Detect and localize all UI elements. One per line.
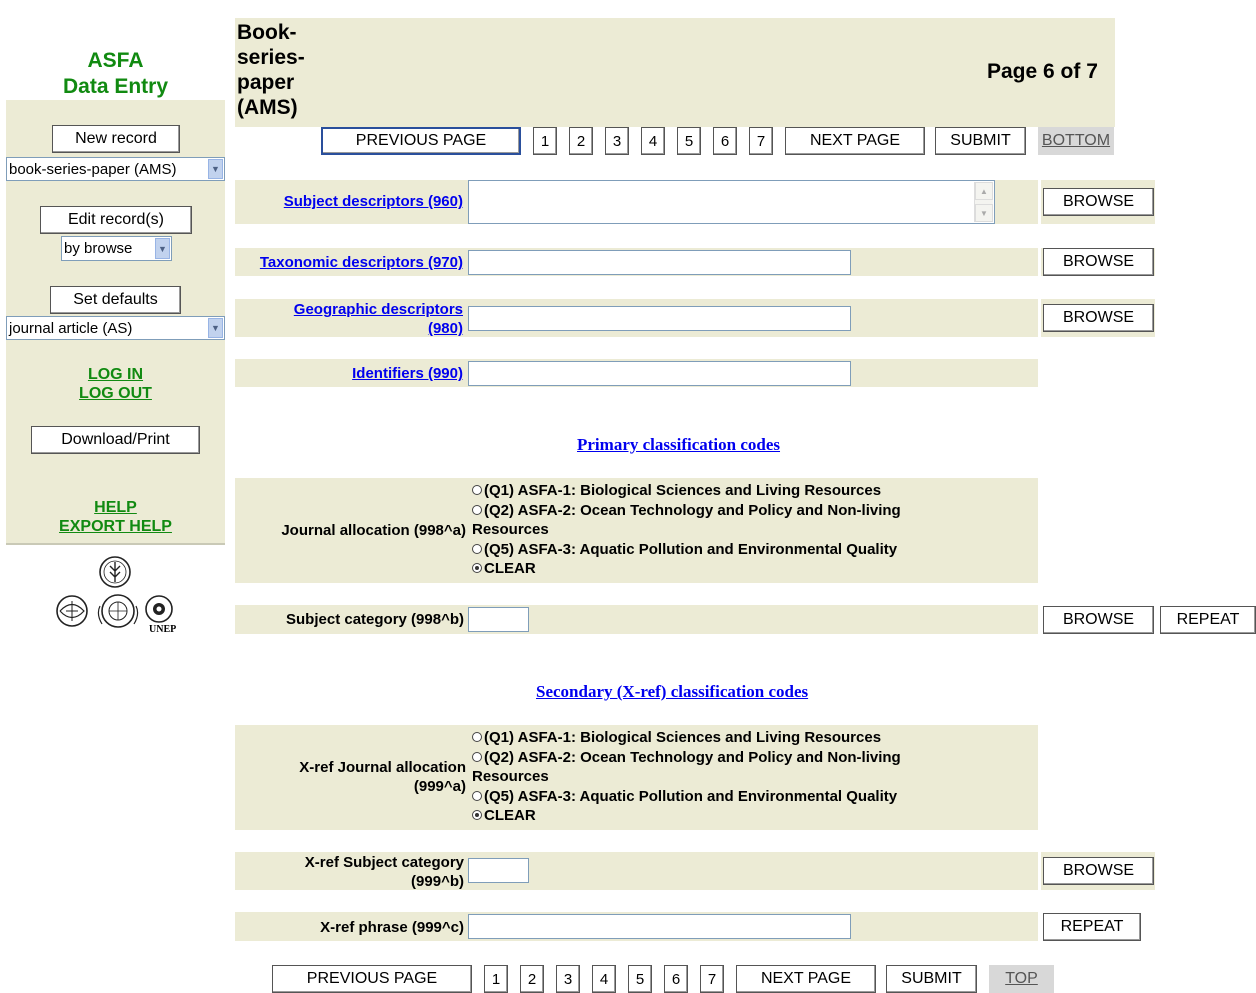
- previous-page-button-bottom[interactable]: PREVIOUS PAGE: [272, 965, 472, 993]
- chevron-down-icon: ▼: [208, 159, 223, 179]
- primary-classification-title[interactable]: Primary classification codes: [577, 435, 780, 455]
- radio-option-q5[interactable]: (Q5) ASFA-3: Aquatic Pollution and Envir…: [472, 787, 1032, 807]
- submit-button[interactable]: SUBMIT: [935, 127, 1026, 155]
- log-out-link[interactable]: LOG OUT: [79, 385, 152, 402]
- identifiers-link[interactable]: Identifiers (990): [240, 364, 463, 383]
- app-title: ASFA Data Entry: [62, 49, 169, 98]
- page-1-button-bottom[interactable]: 1: [484, 965, 508, 993]
- header-bar: [235, 18, 1115, 127]
- page-2-button-bottom[interactable]: 2: [520, 965, 544, 993]
- scroll-up-icon[interactable]: ▲: [975, 182, 993, 200]
- page-6-button-bottom[interactable]: 6: [664, 965, 688, 993]
- xref-subject-category-input[interactable]: [468, 858, 529, 883]
- journal-allocation-radio-group: (Q1) ASFA-1: Biological Sciences and Liv…: [472, 481, 1032, 579]
- page-7-button[interactable]: 7: [749, 127, 773, 155]
- logo-group: UNEP: [52, 554, 182, 640]
- secondary-classification-title[interactable]: Secondary (X-ref) classification codes: [536, 682, 808, 702]
- radio-option-q2-continuation: Resources: [472, 521, 549, 538]
- taxonomic-descriptors-link[interactable]: Taxonomic descriptors (970): [238, 253, 463, 272]
- page-4-button-bottom[interactable]: 4: [592, 965, 616, 993]
- previous-page-button[interactable]: PREVIOUS PAGE: [321, 127, 521, 155]
- radio-button[interactable]: [472, 732, 482, 742]
- radio-button[interactable]: [472, 504, 482, 515]
- page-3-button[interactable]: 3: [605, 127, 629, 155]
- radio-button[interactable]: [472, 790, 482, 801]
- edit-mode-select[interactable]: by browse ▼: [61, 236, 172, 261]
- scroll-down-icon[interactable]: ▼: [975, 204, 993, 222]
- page-6-button[interactable]: 6: [713, 127, 737, 155]
- taxonomic-descriptors-browse-button[interactable]: BROWSE: [1043, 248, 1154, 276]
- journal-allocation-label: Journal allocation (998^a): [281, 522, 466, 539]
- page-1-button[interactable]: 1: [533, 127, 557, 155]
- page-7-button-bottom[interactable]: 7: [700, 965, 724, 993]
- radio-option-q2[interactable]: (Q2) ASFA-2: Ocean Technology and Policy…: [472, 501, 1032, 521]
- subject-category-input[interactable]: [468, 607, 529, 632]
- page-indicator: Page 6 of 7: [987, 60, 1098, 83]
- auth-links: LOG IN LOG OUT: [6, 365, 225, 403]
- radio-option-clear[interactable]: CLEAR: [472, 806, 1032, 826]
- new-record-button[interactable]: New record: [52, 125, 180, 153]
- subject-category-label: Subject category (998^b): [286, 611, 464, 628]
- next-page-button[interactable]: NEXT PAGE: [785, 127, 925, 155]
- taxonomic-descriptors-input[interactable]: [468, 250, 851, 275]
- set-defaults-button[interactable]: Set defaults: [50, 286, 181, 314]
- radio-button-selected[interactable]: [472, 810, 482, 820]
- subject-descriptors-link[interactable]: Subject descriptors (960): [240, 192, 463, 211]
- top-link[interactable]: TOP: [989, 965, 1054, 993]
- log-in-link[interactable]: LOG IN: [88, 366, 143, 383]
- xref-subject-category-browse-button[interactable]: BROWSE: [1043, 857, 1154, 885]
- radio-option-q2-continuation: Resources: [472, 768, 549, 785]
- export-help-link[interactable]: EXPORT HELP: [59, 518, 172, 535]
- xref-subject-category-label: X-ref Subject category (999^b): [304, 854, 464, 890]
- xref-phrase-input[interactable]: [468, 914, 851, 939]
- xref-journal-allocation-label: X-ref Journal allocation (999^a): [299, 759, 466, 795]
- radio-button[interactable]: [472, 751, 482, 762]
- download-print-button[interactable]: Download/Print: [31, 426, 200, 454]
- chevron-down-icon: ▼: [155, 238, 170, 259]
- submit-button-bottom[interactable]: SUBMIT: [886, 965, 977, 993]
- subject-category-browse-button[interactable]: BROWSE: [1043, 606, 1154, 634]
- geographic-descriptors-input[interactable]: [468, 306, 851, 331]
- radio-button[interactable]: [472, 543, 482, 554]
- record-type-select[interactable]: book-series-paper (AMS) ▼: [6, 157, 225, 181]
- scrollbar[interactable]: ▲ ▼: [974, 182, 993, 222]
- subject-descriptors-textarea[interactable]: ▲ ▼: [468, 180, 995, 224]
- geographic-descriptors-browse-button[interactable]: BROWSE: [1043, 304, 1154, 332]
- geographic-descriptors-link[interactable]: Geographic descriptors (980): [270, 300, 463, 338]
- defaults-select[interactable]: journal article (AS) ▼: [6, 316, 225, 340]
- page-5-button-bottom[interactable]: 5: [628, 965, 652, 993]
- page-4-button[interactable]: 4: [641, 127, 665, 155]
- subject-category-repeat-button[interactable]: REPEAT: [1160, 606, 1256, 634]
- page-3-button-bottom[interactable]: 3: [556, 965, 580, 993]
- page-5-button[interactable]: 5: [677, 127, 701, 155]
- unep-logo-text: UNEP: [149, 624, 177, 635]
- edit-records-button[interactable]: Edit record(s): [40, 206, 192, 234]
- radio-option-q1[interactable]: (Q1) ASFA-1: Biological Sciences and Liv…: [472, 728, 1032, 748]
- subject-descriptors-browse-button[interactable]: BROWSE: [1043, 188, 1154, 216]
- next-page-button-bottom[interactable]: NEXT PAGE: [736, 965, 876, 993]
- radio-option-q1[interactable]: (Q1) ASFA-1: Biological Sciences and Liv…: [472, 481, 1032, 501]
- xref-phrase-label: X-ref phrase (999^c): [320, 919, 464, 936]
- help-link[interactable]: HELP: [94, 499, 137, 516]
- xref-journal-allocation-radio-group: (Q1) ASFA-1: Biological Sciences and Liv…: [472, 728, 1032, 826]
- bottom-link[interactable]: BOTTOM: [1038, 127, 1114, 155]
- radio-button-selected[interactable]: [472, 563, 482, 573]
- chevron-down-icon: ▼: [208, 318, 223, 338]
- help-links: HELP EXPORT HELP: [6, 498, 225, 536]
- radio-button[interactable]: [472, 485, 482, 495]
- identifiers-input[interactable]: [468, 361, 851, 386]
- xref-phrase-repeat-button[interactable]: REPEAT: [1043, 913, 1141, 941]
- sidebar-divider: [6, 543, 225, 545]
- page-2-button[interactable]: 2: [569, 127, 593, 155]
- radio-option-q5[interactable]: (Q5) ASFA-3: Aquatic Pollution and Envir…: [472, 540, 1032, 560]
- radio-option-clear[interactable]: CLEAR: [472, 559, 1032, 579]
- radio-option-q2[interactable]: (Q2) ASFA-2: Ocean Technology and Policy…: [472, 748, 1032, 768]
- record-type-title: Book- series- paper (AMS): [237, 21, 305, 119]
